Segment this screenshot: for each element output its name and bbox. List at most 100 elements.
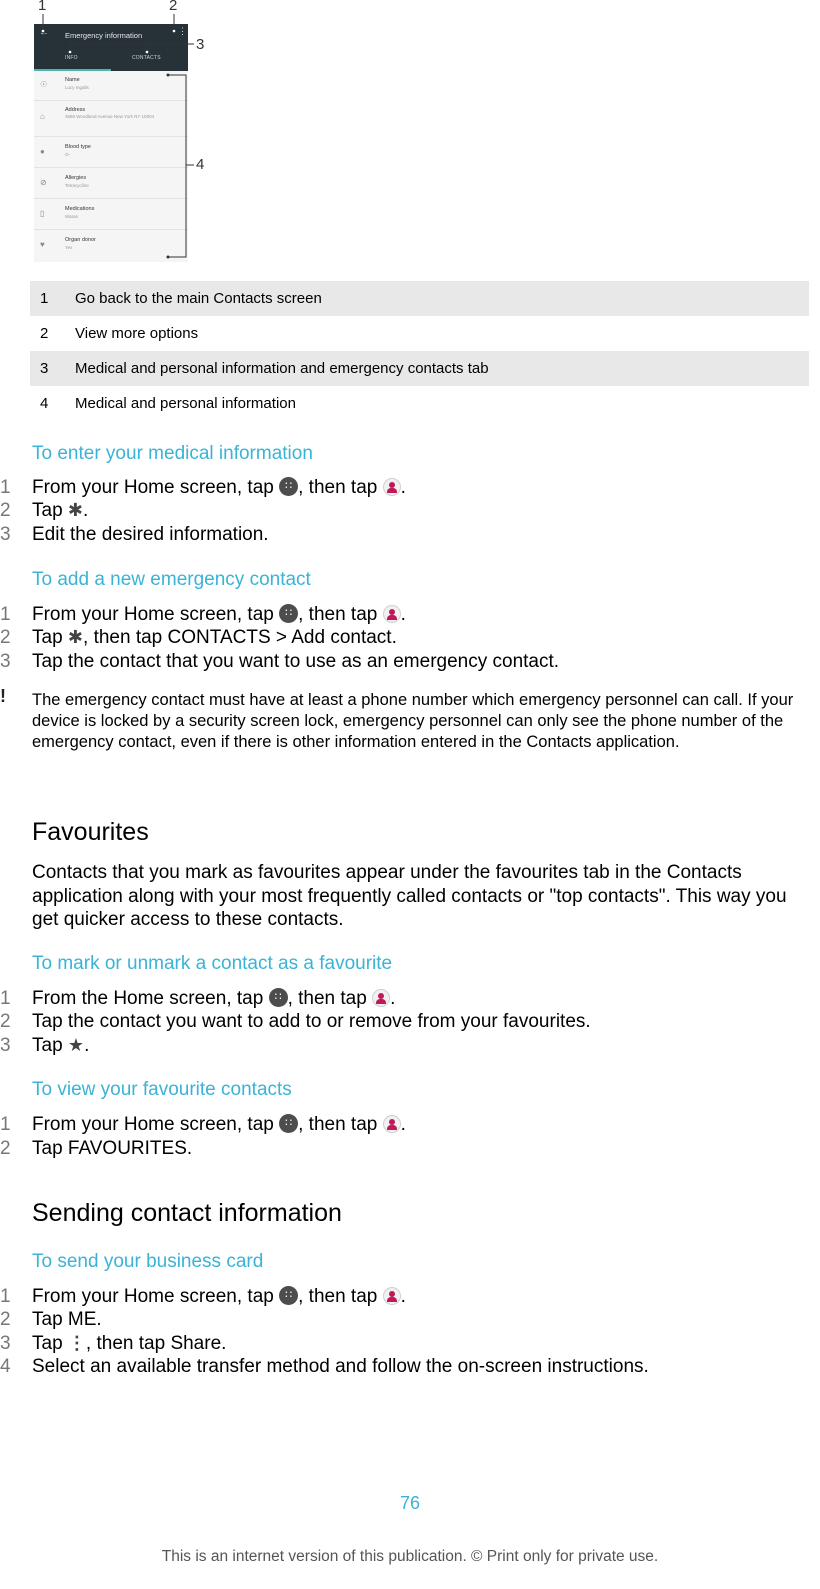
step-item: 2 Tap the contact you want to add to or r… [0, 1011, 591, 1033]
step-number: 2 [0, 500, 11, 521]
legend-number: 1 [40, 290, 49, 307]
heading-send-business-card: To send your business card [32, 1251, 264, 1272]
apps-icon [279, 1286, 299, 1305]
add-contact-ref: Add contact [291, 627, 392, 648]
legend-text: Go back to the main Contacts screen [75, 290, 322, 307]
step-item: 1 From your Home screen, tap , then tap . [0, 604, 406, 626]
callout-dot-3a [67, 49, 73, 55]
step-text: Tap [32, 1309, 68, 1330]
medical-info-asterisk-icon: ✱ [67, 627, 84, 647]
emergency-info-screenshot: 1 2 3 4 ← Emergency information ⋮ INFO C… [32, 0, 222, 265]
step-number: 1 [0, 1286, 11, 1307]
step-number: 2 [0, 1011, 11, 1032]
step-text: , tap [236, 604, 280, 625]
step-number: 3 [0, 1035, 11, 1056]
step-text: , tap [236, 1286, 280, 1307]
step-text: . [390, 988, 396, 1009]
favourites-intro: Contacts that you mark as favourites app… [32, 862, 787, 930]
step-text: . [84, 1035, 90, 1056]
step-number: 1 [0, 1114, 11, 1135]
footer-notice: This is an internet version of this publ… [161, 1548, 659, 1565]
apps-icon [279, 604, 299, 623]
legend-number: 2 [40, 325, 49, 342]
step-text: , then tap [83, 627, 168, 648]
step-item: 2 Tap ✱, then tap CONTACTS > Add contact. [0, 627, 397, 649]
contacts-icon [382, 1115, 401, 1133]
step-text: From your [32, 1114, 124, 1135]
heading-view-favourites: To view your favourite contacts [32, 1079, 292, 1100]
step-number: 4 [0, 1356, 11, 1377]
step-item: 2 Tap FAVOURITES. [0, 1138, 192, 1160]
step-text: . [186, 1138, 193, 1159]
step-number: 2 [0, 1138, 11, 1159]
step-text: . [400, 1286, 406, 1307]
home-screen-ref: Home screen [123, 604, 237, 625]
step-text: . [400, 604, 406, 625]
contacts-icon [382, 1287, 401, 1305]
callout-lines [40, 14, 194, 259]
callout-line-3a [69, 43, 194, 51]
home-screen-ref: Home screen [123, 1286, 237, 1307]
heading-add-emergency-contact: To add a new emergency contact [32, 569, 311, 590]
step-item: 3 Tap the contact that you want to use as… [0, 651, 559, 673]
step-text: , tap [226, 988, 269, 1009]
contacts-tab-ref: CONTACTS [167, 627, 271, 648]
step-text: Edit the desired information. [32, 524, 269, 545]
step-text: Tap [32, 1333, 68, 1354]
step-number: 2 [0, 627, 11, 648]
step-text: Tap [32, 1138, 68, 1159]
step-text: . [391, 627, 397, 648]
step-item: 2 Tap ✱. [0, 500, 88, 522]
step-text: . [400, 1114, 406, 1135]
step-number: 3 [0, 524, 11, 545]
share-ref: Share [170, 1333, 222, 1354]
callout-dot-1 [40, 28, 46, 34]
heading-enter-medical-info: To enter your medical information [32, 443, 313, 464]
step-number: 1 [0, 477, 11, 498]
contacts-icon [382, 478, 401, 496]
step-item: 3 Tap ★. [0, 1035, 89, 1057]
me-ref: ME [67, 1309, 97, 1330]
note-emergency-contact: The emergency contact must have at least… [32, 691, 794, 751]
step-item: 3 Tap ⋮, then tap Share. [0, 1333, 226, 1355]
home-screen-ref: Home screen [123, 1114, 237, 1135]
step-text: Tap [32, 500, 68, 521]
apps-icon [279, 477, 299, 496]
heading-favourites: Favourites [32, 818, 149, 846]
callout-dot-2 [171, 28, 177, 34]
step-text: , then tap [298, 604, 383, 625]
callout-dot-4a [166, 73, 170, 77]
contacts-icon [372, 989, 391, 1007]
home-screen-ref: Home screen [123, 477, 237, 498]
legend-text: Medical and personal information and eme… [75, 360, 489, 377]
step-number: 1 [0, 604, 11, 625]
step-text: Tap [32, 1035, 68, 1056]
step-text: From the [32, 988, 114, 1009]
step-text: , then tap [85, 1333, 171, 1354]
step-text: . [96, 1309, 102, 1330]
callout-dot-3b [144, 49, 150, 55]
step-item: 1 From your Home screen, tap , then tap . [0, 477, 406, 499]
step-text: From your [32, 477, 124, 498]
step-text: , tap [236, 477, 280, 498]
step-text: Tap [32, 627, 68, 648]
step-text: From your [32, 1286, 124, 1307]
step-text: , tap [236, 1114, 280, 1135]
step-number: 2 [0, 1309, 11, 1330]
legend-text: Medical and personal information [75, 395, 296, 412]
step-text: . [83, 500, 89, 521]
heading-mark-favourite: To mark or unmark a contact as a favouri… [32, 953, 393, 974]
legend-row: 4 Medical and personal information [30, 386, 809, 421]
step-text: , then tap [287, 988, 373, 1009]
more-options-icon: ⋮ [67, 1333, 86, 1353]
heading-sending-contact-info: Sending contact information [32, 1199, 342, 1227]
step-number: 3 [0, 1333, 11, 1354]
step-number: 1 [0, 988, 11, 1009]
legend-row: 2 View more options [30, 316, 809, 351]
callout-dot-4b [166, 255, 170, 259]
home-screen-ref: Home screen [113, 988, 227, 1009]
medical-info-asterisk-icon: ✱ [67, 500, 84, 520]
step-item: 2 Tap ME. [0, 1309, 102, 1331]
step-text: > [270, 627, 292, 648]
star-icon: ★ [67, 1035, 85, 1055]
